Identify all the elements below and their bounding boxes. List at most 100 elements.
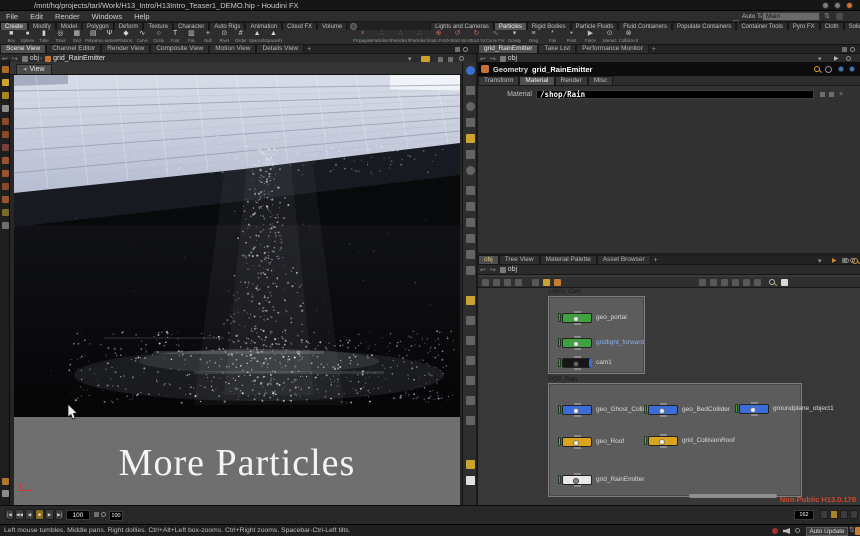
groups-tool-icon[interactable] — [2, 183, 9, 190]
keyframe-tool-icon[interactable] — [2, 196, 9, 203]
node-label[interactable]: grid_CollisionRoof — [682, 437, 735, 444]
rotate-tool-icon[interactable] — [2, 92, 9, 99]
node-label[interactable]: grid_RainEmitter — [596, 476, 644, 483]
node-grid-rainemitter[interactable]: grid_RainEmitter — [558, 474, 644, 485]
shelf-tab-model[interactable]: Model — [56, 22, 82, 30]
menu-render[interactable]: Render — [49, 12, 86, 21]
interrupt-icon[interactable] — [855, 527, 860, 535]
pane-link-icon[interactable] — [842, 47, 847, 52]
tab-render[interactable]: Render — [555, 76, 588, 86]
menu-windows[interactable]: Windows — [86, 12, 128, 21]
minimize-button[interactable] — [822, 2, 829, 9]
node-geo-ghost-collision[interactable]: geo_Ghost_Collision — [558, 404, 656, 415]
shelf-tab-pyro-fx[interactable]: Pyro FX — [788, 22, 820, 30]
range-start-field[interactable]: 100 — [109, 511, 123, 521]
onion-skin-icon[interactable] — [466, 356, 475, 365]
worksheet-icon[interactable] — [504, 279, 511, 286]
shelf-tab-deform[interactable]: Deform — [114, 22, 144, 30]
node-geo-bedcollider[interactable]: geo_BedCollider — [644, 404, 730, 415]
material-chooser-icon[interactable] — [820, 92, 825, 97]
misc-tool-icon[interactable] — [2, 222, 9, 229]
realtime-toggle-icon[interactable] — [101, 512, 106, 517]
new-tab-icon[interactable]: + — [649, 46, 659, 53]
pin-play-icon[interactable]: ▶ — [834, 55, 839, 62]
handles-tool-icon[interactable] — [2, 118, 9, 125]
path-root[interactable]: obj — [508, 266, 517, 273]
keyframe-mode-icon[interactable] — [830, 510, 838, 519]
node-label[interactable]: gridlight_forward — [596, 339, 644, 346]
shelf-tab-container-tools[interactable]: Container Tools — [736, 22, 788, 30]
node-display-flag[interactable] — [558, 405, 561, 414]
tab-tree-view[interactable]: Tree View — [499, 255, 540, 265]
shelf-tab-modify[interactable]: Modify — [28, 22, 56, 30]
memory-icon[interactable] — [2, 490, 9, 497]
snapshot-icon[interactable] — [466, 460, 475, 469]
playback-options-icon[interactable] — [94, 512, 99, 517]
shelf-tab-polygon[interactable]: Polygon — [82, 22, 114, 30]
viewport-menu-icon[interactable] — [459, 56, 464, 61]
camera-lock-icon[interactable] — [466, 266, 475, 275]
tab-asset-browser[interactable]: Asset Browser — [597, 255, 651, 265]
node-shape-icon[interactable] — [721, 279, 728, 286]
material-menu-icon[interactable]: + — [839, 91, 843, 98]
move-tool-icon[interactable] — [2, 79, 9, 86]
tool-particles-from-1[interactable]: ∴Particles fr.. — [372, 30, 391, 45]
tab-transform[interactable]: Transform — [478, 76, 519, 86]
tab-grid-rainemitter[interactable]: grid_RainEmitter — [478, 44, 538, 54]
step-back-button[interactable]: ◀◀ — [15, 509, 24, 520]
node-display-flag[interactable] — [558, 358, 561, 367]
node-cam1[interactable]: cam1 — [558, 357, 612, 368]
node-display-flag[interactable] — [735, 404, 738, 413]
tool-particles-from-2[interactable]: ∴Particles fr.. — [391, 30, 410, 45]
grid-snap-icon[interactable] — [515, 279, 522, 286]
tab-motion-view[interactable]: Motion View — [209, 44, 256, 54]
layout-icon[interactable] — [743, 279, 750, 286]
sculpt-tool-icon[interactable] — [2, 170, 9, 177]
audio-panel-icon[interactable] — [840, 510, 848, 519]
normals-icon[interactable] — [466, 150, 475, 159]
network-overview-icon[interactable] — [482, 279, 489, 286]
shelf-tab-cloth[interactable]: Cloth — [820, 22, 844, 30]
shelf-tab-volume[interactable]: Volume — [317, 22, 347, 30]
snap-mode-icon[interactable] — [2, 209, 9, 216]
network-box-title[interactable]: Lights_Cam — [549, 289, 581, 295]
node-grid-collisionroof[interactable]: grid_CollisionRoof — [644, 435, 735, 446]
pose-tool-icon[interactable] — [2, 131, 9, 138]
node-label[interactable]: geo_portal — [596, 314, 627, 321]
pane-menu-icon[interactable] — [850, 47, 855, 52]
primitive-icon[interactable] — [466, 218, 475, 227]
node-name-field[interactable]: grid_RainEmitter — [532, 65, 592, 74]
snap-icon[interactable] — [438, 57, 443, 62]
backface-icon[interactable] — [466, 336, 475, 345]
node-body[interactable] — [562, 358, 592, 368]
menu-file[interactable]: File — [0, 12, 24, 21]
tab-render-view[interactable]: Render View — [101, 44, 150, 54]
dots-icon[interactable] — [699, 279, 706, 286]
tab-details-view[interactable]: Details View — [256, 44, 304, 54]
shelf-tab-character[interactable]: Character — [173, 22, 209, 30]
node-body[interactable] — [562, 338, 592, 348]
tool-auto-fetch[interactable]: ⊕Auto Fetch — [429, 30, 448, 45]
node-body[interactable] — [648, 405, 678, 415]
node-display-flag[interactable] — [558, 338, 561, 347]
group-display-icon[interactable] — [466, 202, 475, 211]
node-label[interactable]: groundplane_object1 — [773, 405, 834, 412]
tab-scene-view[interactable]: Scene View — [0, 44, 46, 54]
range-end-field[interactable]: 162 — [794, 510, 814, 520]
tab-misc[interactable]: Misc — [588, 76, 613, 86]
network-scrollbar[interactable] — [689, 494, 777, 498]
shelf-gear-icon[interactable] — [350, 23, 357, 30]
handles-display-icon[interactable] — [466, 234, 475, 243]
pin-icon[interactable] — [846, 56, 851, 61]
network-play-icon[interactable]: ▶ — [832, 257, 837, 264]
nav-forward-icon[interactable]: ↪ — [488, 266, 498, 274]
shelf-tab-solid[interactable]: Solid — [844, 22, 860, 30]
tab-channel-editor[interactable]: Channel Editor — [46, 44, 101, 54]
search-icon[interactable] — [814, 66, 820, 72]
node-display-flag[interactable] — [558, 313, 561, 322]
go-to-start-button[interactable]: |◀ — [5, 509, 14, 520]
pane-link-icon[interactable] — [455, 47, 460, 52]
display-options-icon[interactable] — [448, 57, 453, 62]
play-button[interactable]: ▶ — [45, 509, 54, 520]
edit-tool-icon[interactable] — [2, 144, 9, 151]
